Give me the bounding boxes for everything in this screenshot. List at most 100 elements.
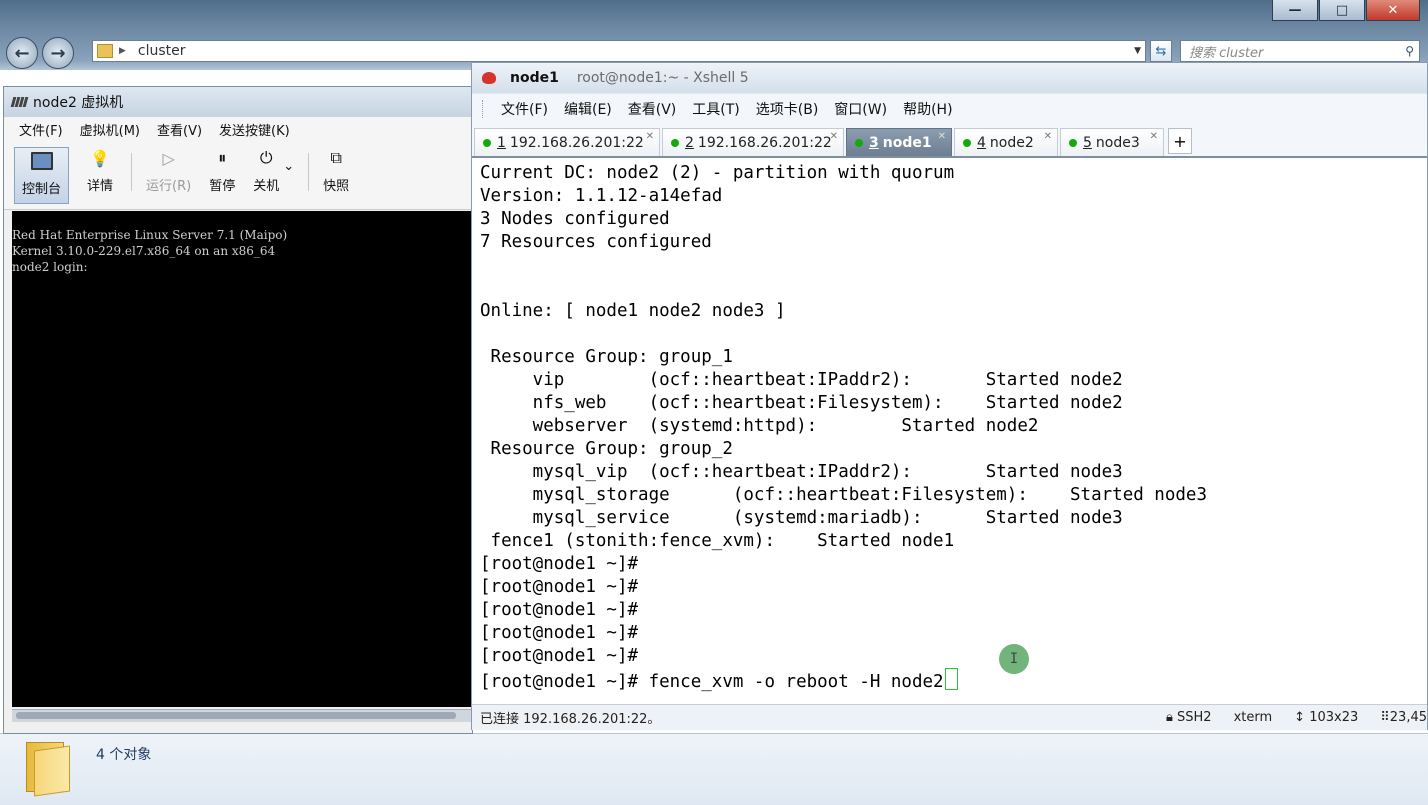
- search-icon[interactable]: ⚲: [1405, 44, 1414, 58]
- close-icon[interactable]: ✕: [646, 131, 654, 142]
- maximize-button[interactable]: □: [1319, 0, 1365, 21]
- vm-menu-view[interactable]: 查看(V): [157, 120, 202, 139]
- terminal-output[interactable]: Current DC: node2 (2) - partition with q…: [472, 158, 1427, 704]
- pause-label: 暂停: [209, 179, 236, 194]
- xshell-subtitle: root@node1:~ - Xshell 5: [576, 70, 749, 86]
- resize-icon: ↕: [1294, 710, 1306, 725]
- connected-dot-icon: [855, 138, 863, 147]
- vm-menu-vm[interactable]: 虚拟机(M): [80, 120, 140, 139]
- menu-window[interactable]: 窗口(W): [834, 99, 887, 119]
- run-button[interactable]: ▷ 运行(R): [146, 147, 192, 195]
- terminal-type: xterm: [1233, 710, 1273, 725]
- explorer-status-bar: 4 个对象: [0, 733, 1428, 805]
- refresh-button[interactable]: ⇆: [1150, 40, 1172, 62]
- forward-arrow-icon: →: [50, 42, 66, 64]
- new-tab-button[interactable]: +: [1168, 128, 1192, 154]
- tab-session-1[interactable]: 1 192.168.26.201:22 ✕: [474, 128, 660, 156]
- address-text: cluster: [137, 43, 186, 59]
- tab-session-3[interactable]: 3 node1 ✕: [846, 128, 952, 156]
- play-icon: ▷: [162, 148, 175, 168]
- xshell-title: node1: [510, 70, 559, 86]
- minimize-button[interactable]: —: [1272, 0, 1318, 21]
- tab-label: 192.168.26.201:22: [509, 134, 644, 151]
- xshell-window: node1 root@node1:~ - Xshell 5 文件(F) 编辑(E…: [471, 62, 1428, 730]
- vm-console-screen[interactable]: Red Hat Enterprise Linux Server 7.1 (Mai…: [12, 211, 472, 707]
- vm-menu-file[interactable]: 文件(F): [19, 120, 63, 139]
- snapshot-label: 快照: [323, 179, 350, 194]
- text-cursor: [944, 668, 958, 690]
- terminal-line: nfs_web (ocf::heartbeat:Filesystem): Sta…: [480, 393, 1123, 413]
- terminal-line: Online: [ node1 node2 node3 ]: [480, 301, 786, 321]
- menu-tabs[interactable]: 选项卡(B): [756, 99, 819, 119]
- console-line: node2 login:: [12, 260, 88, 274]
- terminal-line: [root@node1 ~]#: [480, 600, 639, 620]
- vm-toolbar: 控制台 💡 详情 ▷ 运行(R) ⏸ 暂停 ⏻ 关机 ⌄ ⧉ 快照: [4, 141, 472, 210]
- snapshot-button[interactable]: ⧉ 快照: [323, 147, 349, 194]
- tab-number: 5: [1083, 134, 1092, 151]
- menu-view[interactable]: 查看(V): [628, 99, 677, 119]
- terminal-line: 3 Nodes configured: [480, 209, 670, 229]
- tab-number: 4: [977, 134, 986, 151]
- tab-number: 2: [685, 134, 694, 151]
- tab-session-2[interactable]: 2 192.168.26.201:22 ✕: [662, 128, 844, 156]
- details-label: 详情: [87, 179, 114, 194]
- connection-status: 已连接 192.168.26.201:22。: [480, 712, 661, 727]
- console-button[interactable]: 控制台: [14, 147, 70, 204]
- terminal-line: webserver (systemd:httpd): Started node2: [480, 416, 1039, 436]
- terminal-line: [root@node1 ~]#: [480, 554, 639, 574]
- pause-button[interactable]: ⏸ 暂停: [209, 147, 235, 194]
- breadcrumb-arrow-icon[interactable]: ▶: [119, 46, 126, 56]
- back-button[interactable]: ←: [6, 37, 38, 69]
- search-placeholder: 搜索 cluster: [1189, 45, 1264, 61]
- run-label: 运行(R): [146, 179, 192, 194]
- menu-edit[interactable]: 编辑(E): [564, 99, 612, 119]
- xshell-menubar: 文件(F) 编辑(E) 查看(V) 工具(T) 选项卡(B) 窗口(W) 帮助(…: [472, 93, 1427, 124]
- terminal-line: Resource Group: group_1: [480, 347, 733, 367]
- connected-dot-icon: [1069, 138, 1077, 147]
- shutdown-button[interactable]: ⏻ 关机: [253, 147, 279, 194]
- terminal-line: mysql_vip (ocf::heartbeat:IPaddr2): Star…: [480, 462, 1123, 482]
- xshell-logo-icon: [482, 72, 496, 84]
- terminal-line: 7 Resources configured: [480, 232, 712, 252]
- terminal-command-line[interactable]: [root@node1 ~]# fence_xvm -o reboot -H n…: [480, 668, 1427, 692]
- terminal-size: 103x23: [1309, 710, 1359, 725]
- console-label: 控制台: [22, 182, 62, 197]
- terminal-line: [root@node1 ~]#: [480, 646, 639, 666]
- tab-session-5[interactable]: 5 node3 ✕: [1060, 128, 1164, 156]
- tab-session-4[interactable]: 4 node2 ✕: [954, 128, 1058, 156]
- chevron-down-icon[interactable]: ▼: [1134, 46, 1141, 56]
- tab-number: 3: [869, 134, 879, 151]
- shutdown-dropdown[interactable]: ⌄: [283, 147, 294, 174]
- close-icon[interactable]: ✕: [938, 131, 946, 142]
- menu-file[interactable]: 文件(F): [501, 99, 548, 119]
- terminal-line: Version: 1.1.12-a14efad: [480, 186, 723, 206]
- menu-tools[interactable]: 工具(T): [692, 99, 739, 119]
- current-command: [root@node1 ~]# fence_xvm -o reboot -H n…: [480, 672, 944, 692]
- vm-titlebar: node2 虚拟机: [4, 87, 472, 117]
- vm-menubar: 文件(F) 虚拟机(M) 查看(V) 发送按键(K): [4, 117, 472, 141]
- search-input[interactable]: 搜索 cluster ⚲: [1180, 40, 1420, 62]
- terminal-line: Current DC: node2 (2) - partition with q…: [480, 163, 955, 183]
- refresh-icon: ⇆: [1155, 43, 1167, 59]
- vm-title: node2 虚拟机: [33, 95, 124, 111]
- mouse-pointer-indicator: I: [999, 644, 1029, 674]
- close-button[interactable]: ✕: [1366, 0, 1420, 21]
- scrollbar-thumb[interactable]: [16, 712, 456, 719]
- vm-menu-sendkey[interactable]: 发送按键(K): [219, 120, 290, 139]
- details-button[interactable]: 💡 详情: [87, 147, 114, 195]
- menu-help[interactable]: 帮助(H): [903, 99, 952, 119]
- tab-label: 192.168.26.201:22: [697, 134, 832, 151]
- protocol-text: SSH2: [1177, 710, 1212, 725]
- xshell-tab-bar: 1 192.168.26.201:22 ✕ 2 192.168.26.201:2…: [472, 124, 1427, 159]
- close-icon[interactable]: ✕: [1150, 131, 1158, 142]
- forward-button[interactable]: →: [42, 37, 74, 69]
- close-icon[interactable]: ✕: [830, 131, 838, 142]
- chevron-down-icon: ⌄: [283, 159, 295, 174]
- vm-horizontal-scrollbar[interactable]: [12, 709, 472, 722]
- address-bar[interactable]: ▶ cluster ▼: [92, 40, 1146, 62]
- pause-icon: ⏸: [218, 148, 227, 167]
- window-controls: — □ ✕: [1272, 0, 1420, 21]
- close-icon[interactable]: ✕: [1044, 131, 1052, 142]
